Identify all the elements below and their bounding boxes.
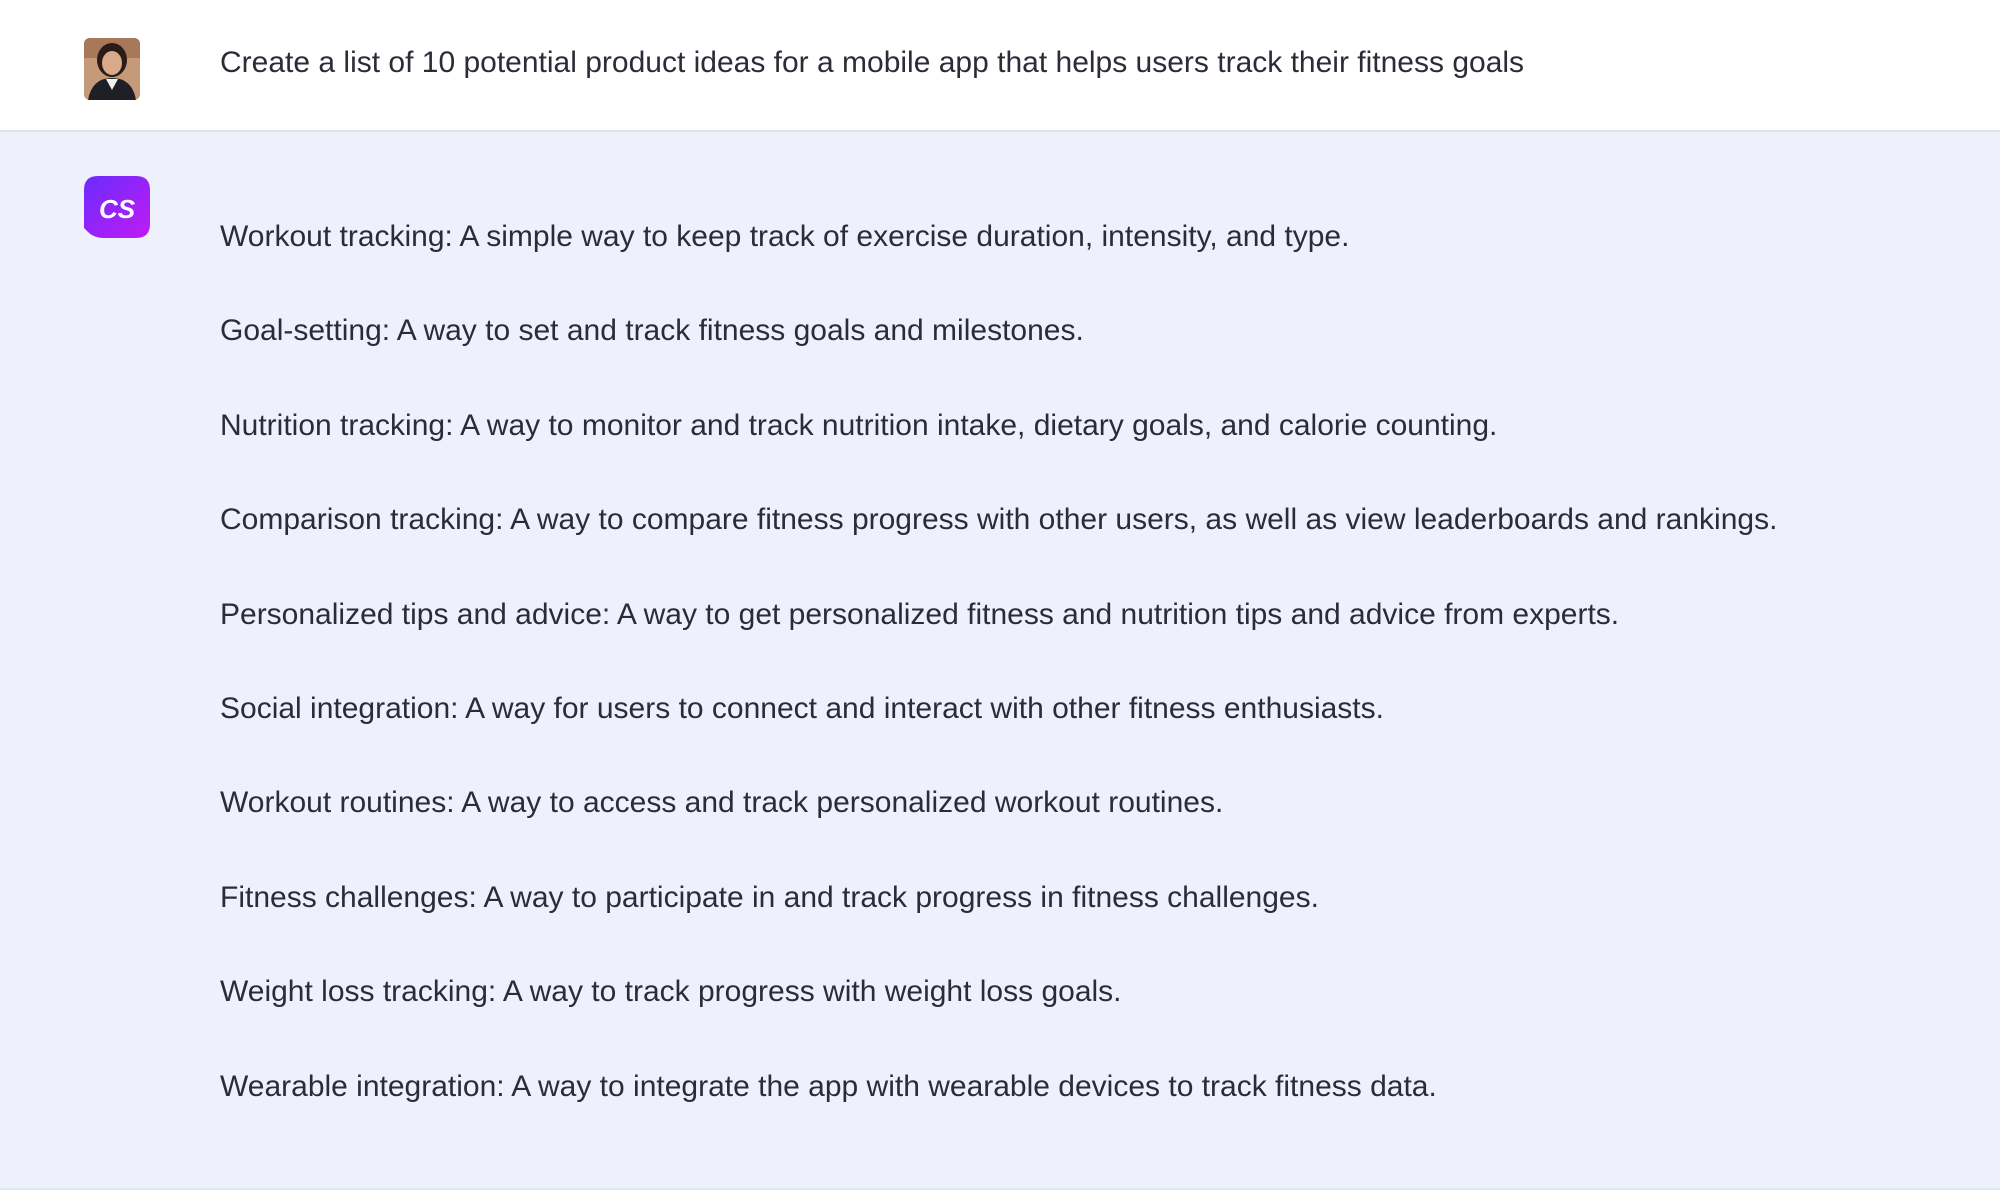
list-item: Workout routines: A way to access and tr… [220,786,1224,820]
list-item: Nutrition tracking: A way to monitor and… [220,408,1498,442]
cs-logo-icon: CS [84,176,150,242]
list-item: Goal-setting: A way to set and track fit… [220,314,1084,348]
product-ideas-list: Workout tracking: A simple way to keep t… [220,218,1777,1106]
user-prompt-text: Create a list of 10 potential product id… [220,46,1525,79]
assistant-message-row: CS Workout tracking: A simple way to kee… [0,132,2000,1190]
user-message-row: Create a list of 10 potential product id… [0,0,2000,132]
list-item: Social integration: A way for users to c… [220,691,1384,725]
list-item: Weight loss tracking: A way to track pro… [220,975,1122,1009]
chat-page: Create a list of 10 potential product id… [0,0,2000,1196]
list-item: Personalized tips and advice: A way to g… [220,597,1620,631]
list-item: Fitness challenges: A way to participate… [220,880,1319,914]
user-avatar-icon [84,38,140,100]
list-item: Workout tracking: A simple way to keep t… [220,220,1350,253]
cs-logo-text: CS [99,194,136,224]
list-item: Comparison tracking: A way to compare fi… [220,503,1778,537]
list-item: Wearable integration: A way to integrate… [220,1069,1437,1103]
